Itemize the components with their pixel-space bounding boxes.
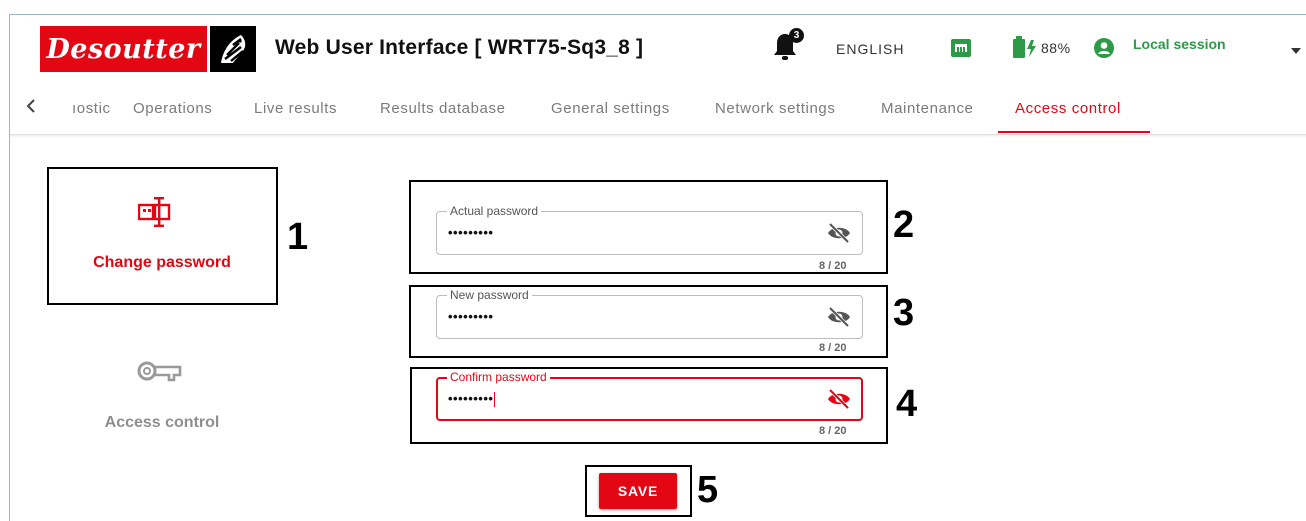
callout-number: 4 bbox=[896, 383, 918, 425]
battery-level: 88% bbox=[1041, 40, 1071, 56]
ethernet-icon bbox=[950, 38, 972, 58]
field-label: Actual password bbox=[447, 204, 542, 218]
tab-operations[interactable]: Operations bbox=[133, 100, 212, 117]
callout-number: 2 bbox=[893, 204, 915, 246]
save-button[interactable]: SAVE bbox=[599, 473, 677, 509]
access-control-label[interactable]: Access control bbox=[48, 414, 276, 432]
window-border-left bbox=[9, 14, 10, 521]
user-account-icon bbox=[1094, 38, 1114, 58]
char-counter: 8 / 20 bbox=[819, 342, 847, 354]
battery-charging-icon bbox=[1013, 36, 1039, 58]
active-tab-indicator bbox=[998, 131, 1150, 133]
brand-name: Desoutter bbox=[46, 33, 201, 65]
zebra-emblem-icon bbox=[210, 26, 256, 72]
chevron-down-icon[interactable] bbox=[1290, 42, 1302, 54]
char-counter: 8 / 20 bbox=[819, 425, 847, 437]
tab-general-settings[interactable]: General settings bbox=[551, 100, 670, 117]
tab-diagnostic[interactable]: ıostic bbox=[72, 100, 111, 117]
tab-network-settings[interactable]: Network settings bbox=[715, 100, 835, 117]
callout-number: 3 bbox=[893, 292, 915, 334]
password-icon bbox=[137, 196, 180, 228]
password-value: ••••••••• bbox=[448, 225, 494, 240]
desoutter-logo: Desoutter bbox=[40, 26, 256, 72]
session-label: Local session bbox=[1133, 36, 1226, 52]
tab-results-database[interactable]: Results database bbox=[380, 100, 506, 117]
char-counter: 8 / 20 bbox=[819, 260, 847, 272]
tabs-scroll-left-icon[interactable] bbox=[26, 99, 40, 115]
tab-access-control[interactable]: Access control bbox=[1015, 100, 1121, 117]
key-icon bbox=[136, 358, 182, 386]
language-selector[interactable]: ENGLISH bbox=[836, 41, 904, 57]
eye-off-icon[interactable] bbox=[827, 222, 851, 244]
field-label: New password bbox=[447, 288, 532, 302]
callout-number: 5 bbox=[697, 469, 719, 511]
text-cursor bbox=[494, 392, 496, 408]
tab-live-results[interactable]: Live results bbox=[254, 100, 337, 117]
actual-password-field[interactable]: Actual password ••••••••• bbox=[436, 204, 863, 255]
callout-number: 1 bbox=[287, 216, 309, 258]
change-password-label[interactable]: Change password bbox=[48, 254, 276, 272]
new-password-field[interactable]: New password ••••••••• bbox=[436, 288, 863, 339]
password-value: ••••••••• bbox=[448, 391, 494, 406]
page-title: Web User Interface [ WRT75-Sq3_8 ] bbox=[275, 36, 644, 59]
notification-count-badge: 3 bbox=[789, 28, 804, 43]
window-border-top bbox=[9, 14, 1306, 15]
eye-off-icon[interactable] bbox=[827, 388, 851, 410]
confirm-password-field[interactable]: Confirm password ••••••••• bbox=[436, 370, 863, 421]
tab-maintenance[interactable]: Maintenance bbox=[881, 100, 974, 117]
eye-off-icon[interactable] bbox=[827, 306, 851, 328]
password-value: ••••••••• bbox=[448, 309, 494, 324]
notifications-bell-icon[interactable]: 3 bbox=[772, 28, 808, 64]
change-password-card[interactable] bbox=[47, 167, 278, 305]
logo-wordmark: Desoutter bbox=[40, 26, 207, 72]
field-label: Confirm password bbox=[447, 370, 550, 384]
